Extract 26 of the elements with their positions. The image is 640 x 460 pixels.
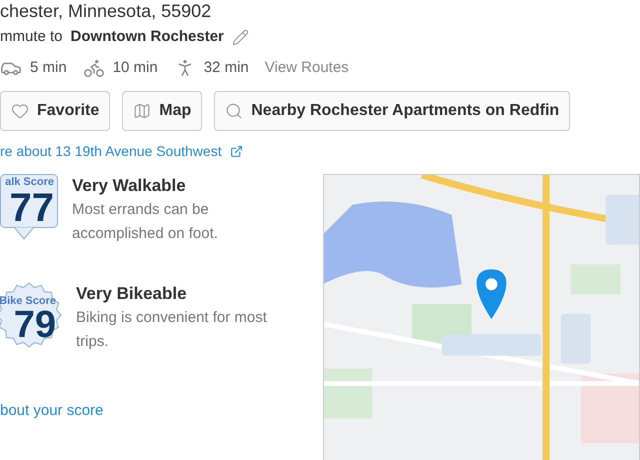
heart-icon	[11, 102, 29, 120]
score-title: Very Bikeable	[76, 283, 188, 305]
gear-badge	[0, 282, 62, 348]
score-value: 79	[14, 307, 56, 343]
search-button[interactable]: Nearby Rochester Apartments on Redfin	[214, 91, 570, 131]
commute-label: mmute to	[0, 27, 63, 47]
map-button[interactable]: Map	[122, 91, 202, 131]
address-text: chester, Minnesota, 55902	[0, 0, 212, 22]
score-description: Most errands can be accomplished on foot.	[72, 200, 219, 244]
score-value: 77	[10, 188, 54, 228]
score-label: alk Score	[5, 177, 54, 188]
travel-time: 32 min	[204, 58, 249, 78]
map-icon	[133, 102, 152, 120]
travel-time: 10 min	[112, 58, 158, 78]
score-description: Biking is convenient for most trips.	[76, 308, 268, 352]
external-link-icon[interactable]	[230, 145, 243, 158]
view-routes-link[interactable]: View Routes	[264, 56, 349, 79]
pencil-icon[interactable]	[232, 28, 249, 46]
score-title: Very Walkable	[72, 175, 187, 197]
score-link[interactable]: bout your score	[0, 400, 317, 422]
travel-time: 5 min	[30, 58, 67, 78]
commute-destination: Downtown Rochester	[70, 27, 224, 47]
score-label: Bike Score	[0, 296, 56, 307]
more-about-link[interactable]: re about 13 19th Avenue Southwest	[0, 141, 222, 162]
favorite-button[interactable]: Favorite	[0, 91, 110, 131]
search-icon	[225, 102, 244, 120]
